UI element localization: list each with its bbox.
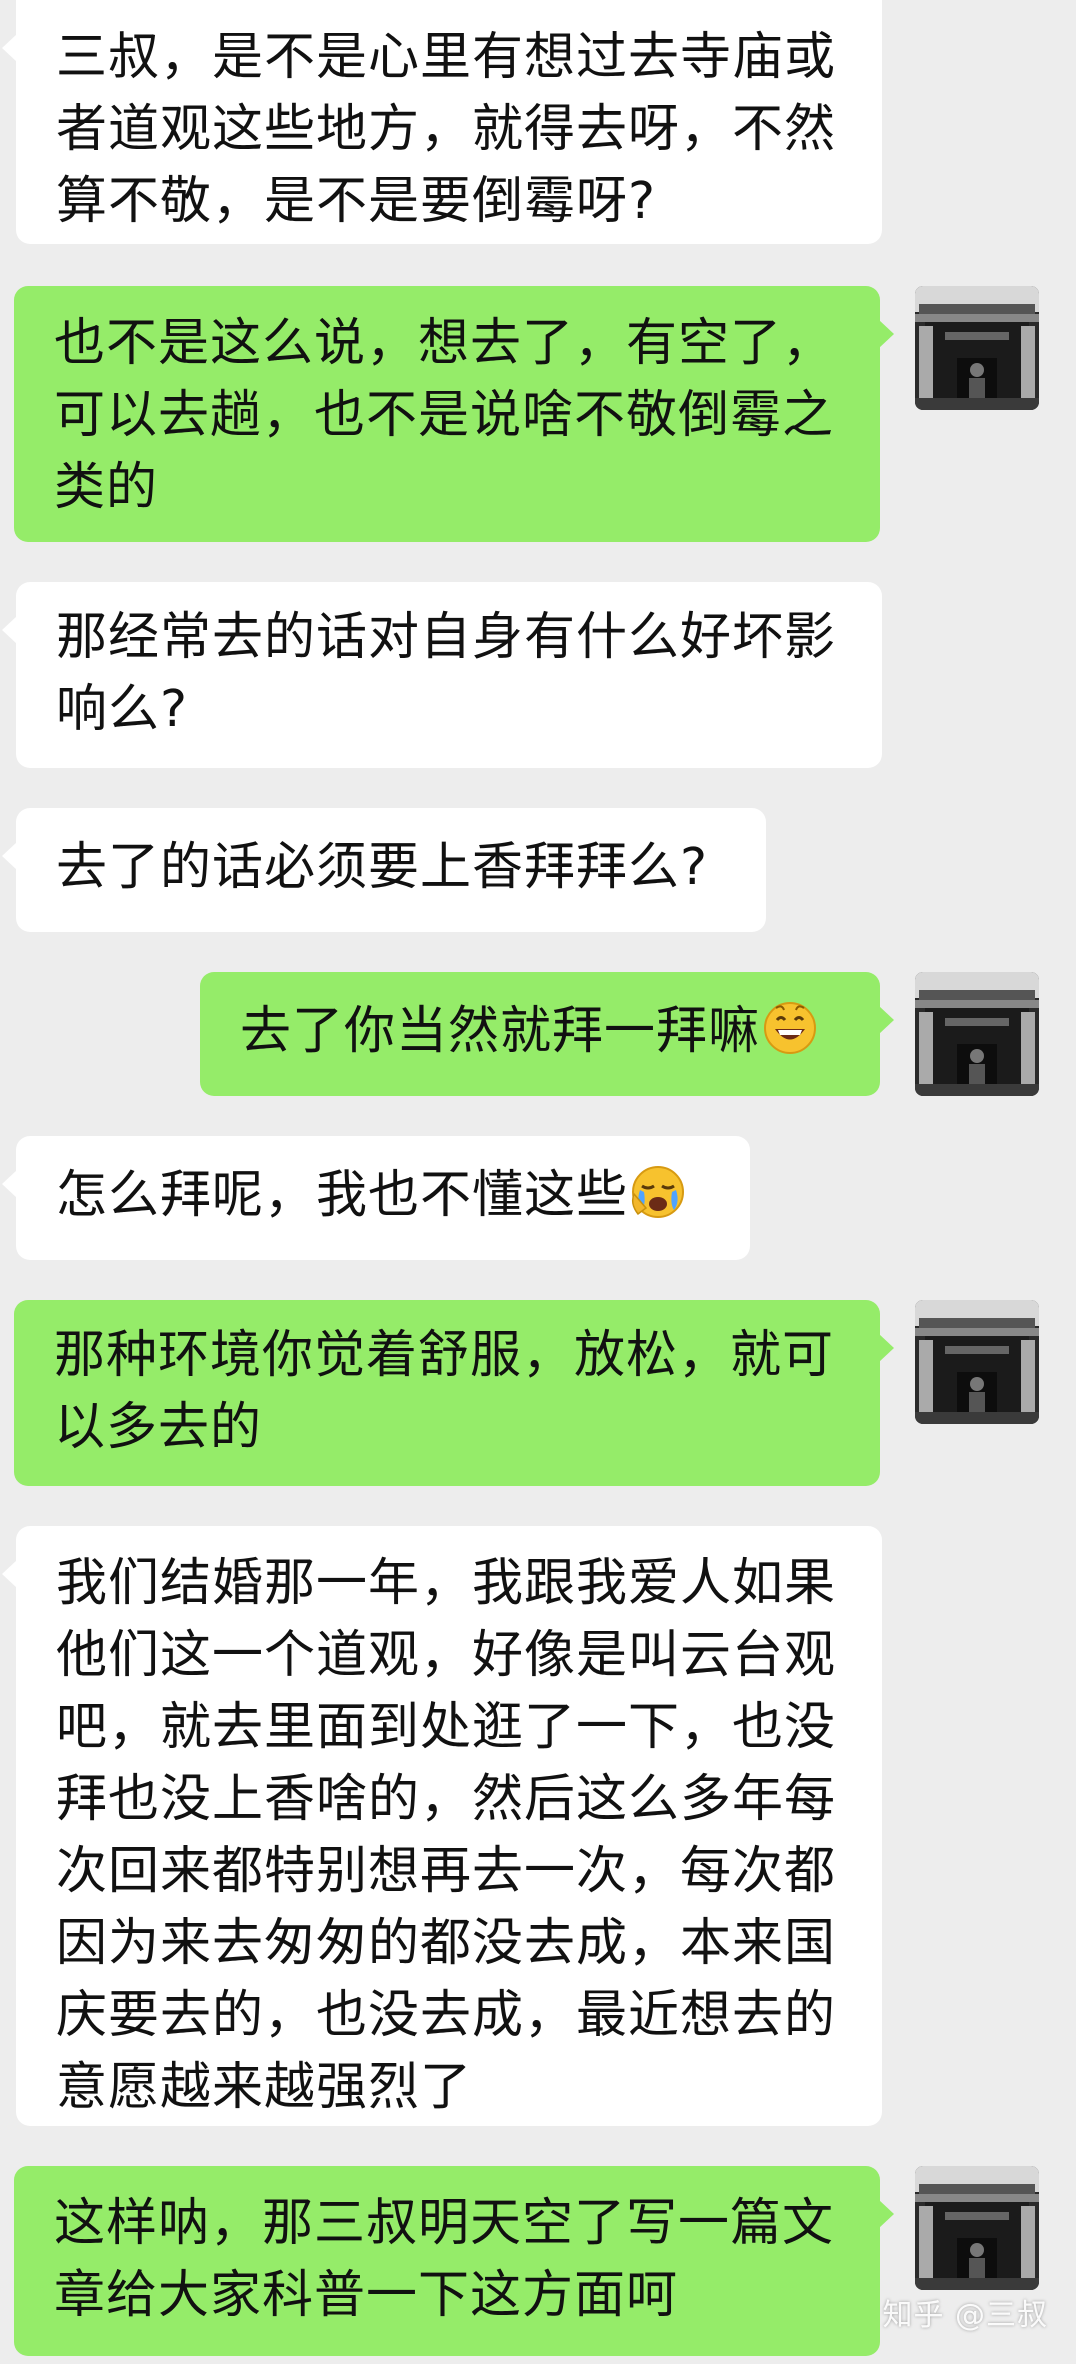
message-line: 我们结婚那一年，我跟我爱人如果 bbox=[56, 1554, 837, 1613]
message-line: 响么? bbox=[56, 680, 189, 739]
grinning-face-emoji-icon bbox=[764, 1002, 817, 1054]
message-line: 那种环境你觉着舒服，放松，就可 bbox=[54, 1326, 835, 1385]
message-line: 章给大家科普一下这方面呵 bbox=[54, 2266, 679, 2325]
incoming-message-bubble[interactable]: 怎么拜呢，我也不懂这些 bbox=[2, 1136, 750, 1260]
message-line: 三叔，是不是心里有想过去寺庙或 bbox=[56, 28, 837, 87]
user-avatar[interactable] bbox=[915, 972, 1039, 1096]
message-line: 这样呐，那三叔明天空了写一篇文 bbox=[54, 2194, 835, 2253]
crying-face-emoji-icon bbox=[631, 1166, 685, 1218]
temple-photo-avatar-icon bbox=[915, 1300, 1039, 1424]
message-line: 他们这一个道观，好像是叫云台观 bbox=[56, 1626, 837, 1685]
message-text: 去了你当然就拜一拜嘛 bbox=[240, 1002, 761, 1061]
outgoing-message-bubble[interactable]: 去了你当然就拜一拜嘛 bbox=[200, 972, 894, 1096]
temple-photo-avatar-icon bbox=[915, 972, 1039, 1096]
message-line: 次回来都特别想再去一次，每次都 bbox=[56, 1842, 837, 1901]
message-line: 因为来去匆匆的都没去成，本来国 bbox=[56, 1914, 837, 1973]
message-line: 算不敬，是不是要倒霉呀? bbox=[56, 172, 657, 231]
zhihu-watermark: 知乎 @三叔 bbox=[882, 2298, 1048, 2333]
incoming-message-bubble[interactable]: 去了的话必须要上香拜拜么? bbox=[2, 808, 766, 932]
message-line: 去了的话必须要上香拜拜么? bbox=[56, 838, 709, 897]
user-avatar[interactable] bbox=[915, 286, 1039, 410]
chat-view: 三叔，是不是心里有想过去寺庙或 者道观这些地方，就得去呀，不然 算不敬，是不是要… bbox=[0, 0, 1076, 2364]
message-line: 者道观这些地方，就得去呀，不然 bbox=[56, 100, 837, 159]
message-line: 拜也没上香啥的，然后这么多年每 bbox=[56, 1770, 837, 1829]
incoming-message-bubble[interactable]: 三叔，是不是心里有想过去寺庙或 者道观这些地方，就得去呀，不然 算不敬，是不是要… bbox=[2, 0, 882, 244]
outgoing-message-bubble[interactable]: 这样呐，那三叔明天空了写一篇文 章给大家科普一下这方面呵 bbox=[14, 2166, 894, 2356]
incoming-message-bubble[interactable]: 我们结婚那一年，我跟我爱人如果 他们这一个道观，好像是叫云台观 吧，就去里面到处… bbox=[2, 1526, 882, 2126]
incoming-message-bubble[interactable]: 那经常去的话对自身有什么好坏影 响么? bbox=[2, 582, 882, 768]
message-text: 怎么拜呢，我也不懂这些 bbox=[56, 1166, 629, 1225]
outgoing-message-bubble[interactable]: 也不是这么说，想去了，有空了， 可以去趟，也不是说啥不敬倒霉之 类的 bbox=[14, 286, 894, 542]
message-line: 意愿越来越强烈了 bbox=[56, 2058, 473, 2117]
message-line: 也不是这么说，想去了，有空了， bbox=[54, 314, 835, 373]
message-line: 以多去的 bbox=[54, 1398, 263, 1457]
message-line: 怎么拜呢，我也不懂这些 bbox=[56, 1160, 714, 1232]
message-line: 那经常去的话对自身有什么好坏影 bbox=[56, 608, 837, 667]
message-line: 去了你当然就拜一拜嘛 bbox=[240, 996, 844, 1068]
temple-photo-avatar-icon bbox=[915, 2166, 1039, 2290]
message-line: 类的 bbox=[54, 458, 159, 517]
temple-photo-avatar-icon bbox=[915, 286, 1039, 410]
user-avatar[interactable] bbox=[915, 1300, 1039, 1424]
message-line: 可以去趟，也不是说啥不敬倒霉之 bbox=[54, 386, 835, 445]
message-line: 庆要去的，也没去成，最近想去的 bbox=[56, 1986, 837, 2045]
outgoing-message-bubble[interactable]: 那种环境你觉着舒服，放松，就可 以多去的 bbox=[14, 1300, 894, 1486]
user-avatar[interactable] bbox=[915, 2166, 1039, 2290]
message-line: 吧，就去里面到处逛了一下，也没 bbox=[56, 1698, 837, 1757]
